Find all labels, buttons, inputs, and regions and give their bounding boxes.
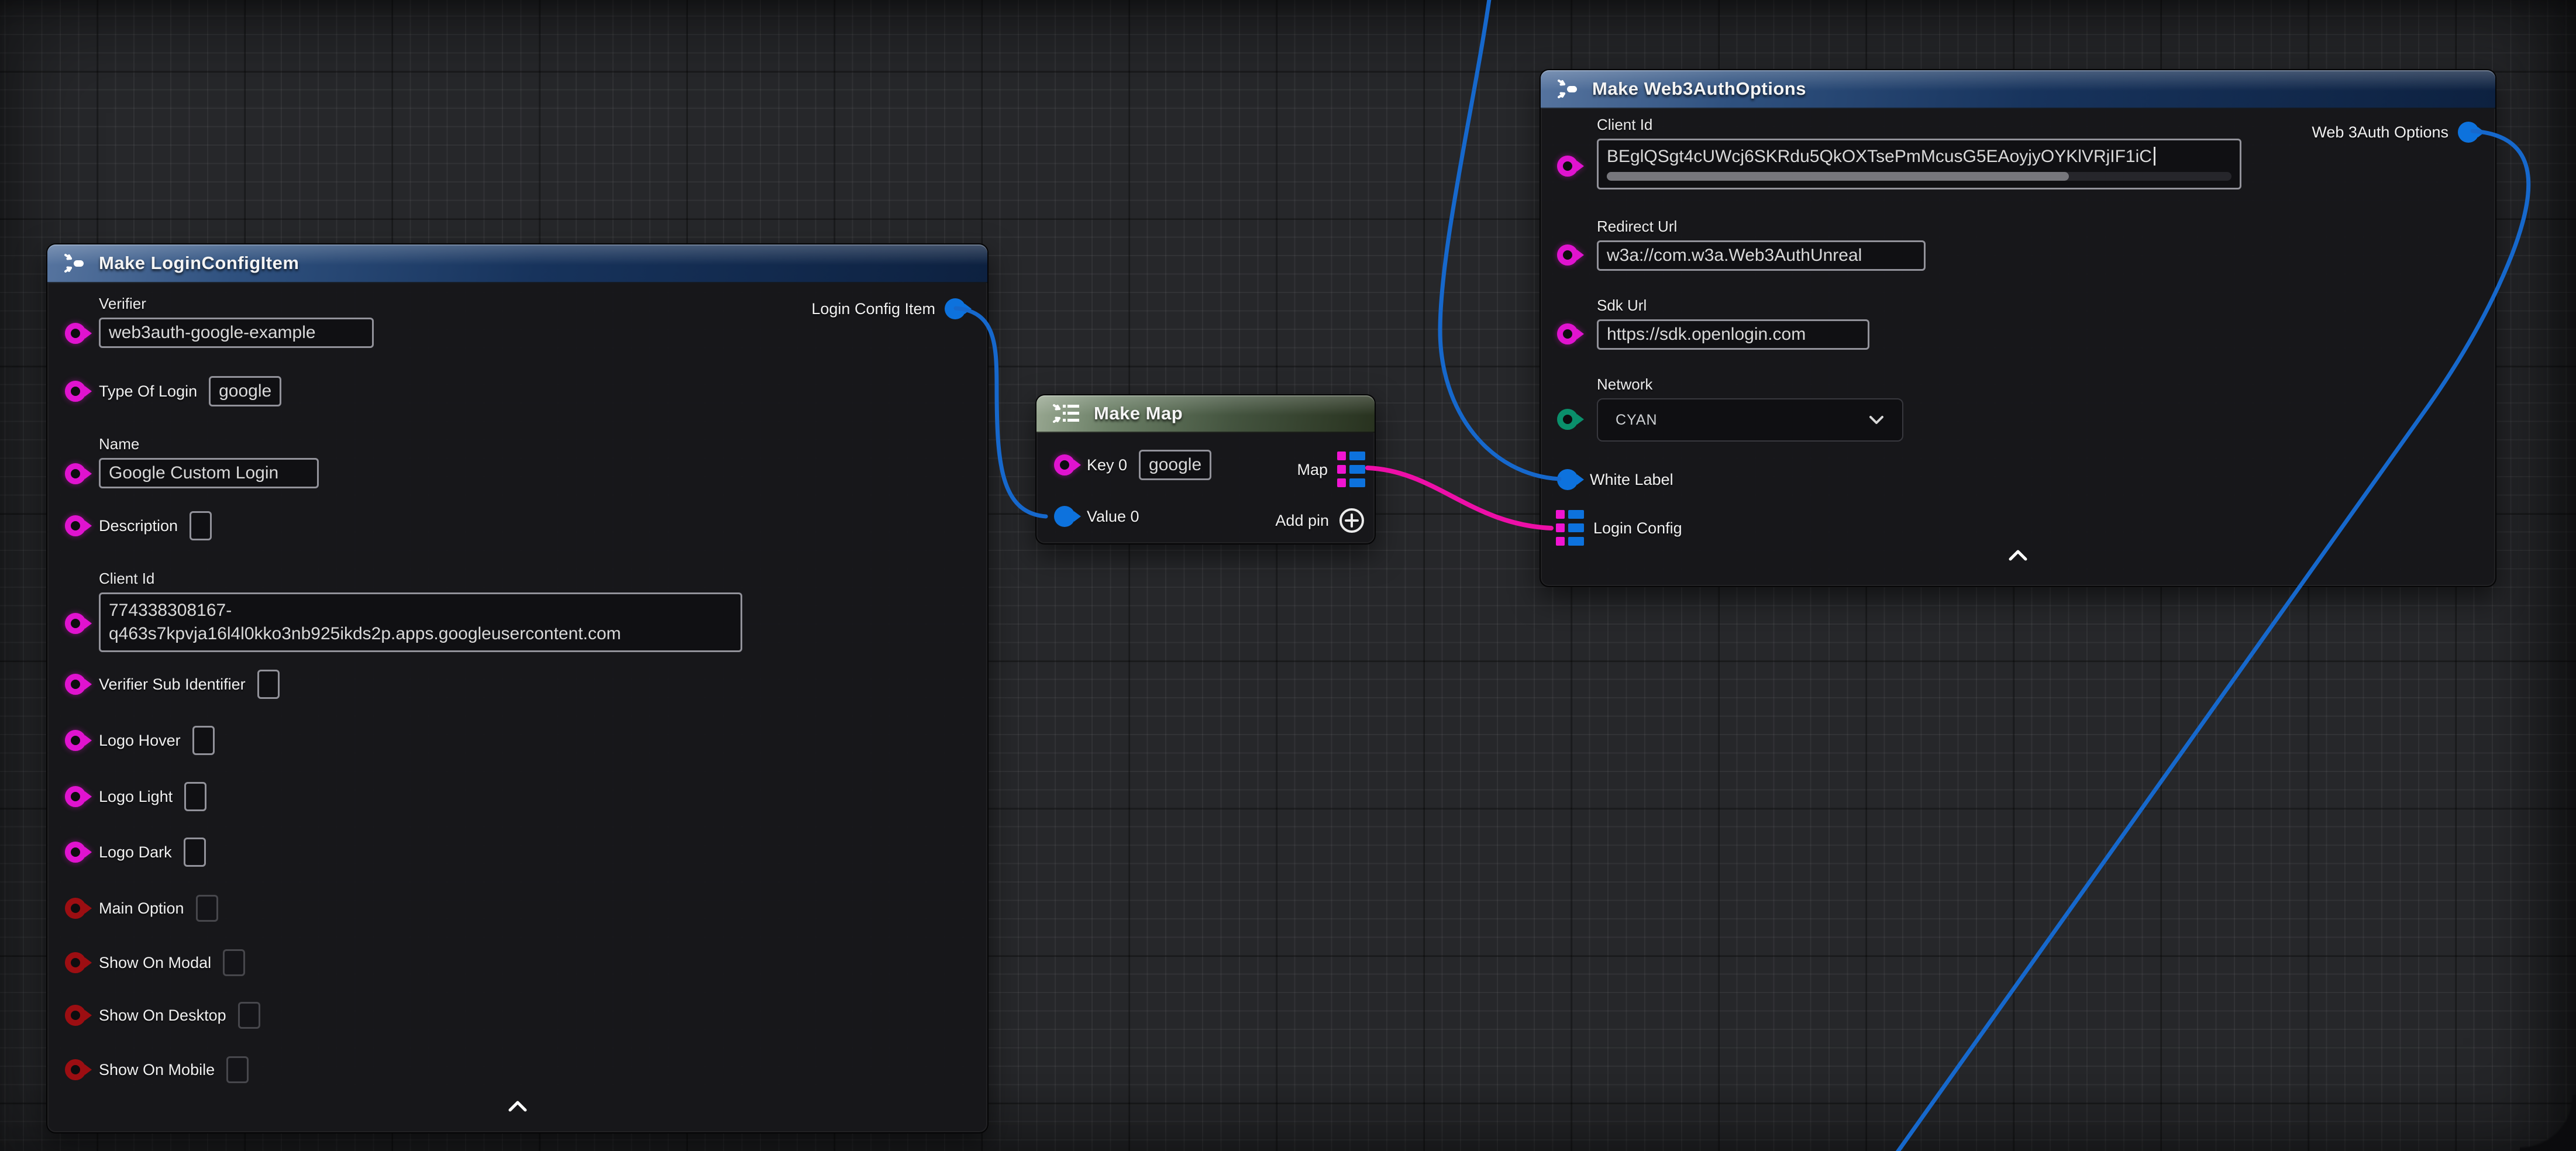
- network-select[interactable]: CYAN: [1597, 398, 1903, 442]
- name-input[interactable]: Google Custom Login: [99, 458, 319, 488]
- pin-show-on-desktop[interactable]: [65, 1005, 86, 1026]
- output-web3auth-options: Web 3Auth Options: [2312, 122, 2479, 143]
- node-title: Make Map: [1094, 403, 1183, 424]
- client-id-scrollbar: [1607, 172, 2231, 181]
- logo-dark-input[interactable]: [184, 838, 206, 867]
- field-logo-dark: Logo Dark: [99, 837, 206, 867]
- show-on-mobile-checkbox[interactable]: [226, 1056, 249, 1083]
- pin-key-0[interactable]: [1054, 454, 1075, 475]
- field-sdk-url: Sdk Url https://sdk.openlogin.com: [1597, 297, 1869, 350]
- pin-verifier-sub-identifier[interactable]: [65, 674, 86, 695]
- wire-map-to-loginconfig[interactable]: [1368, 468, 1551, 528]
- client-id-input[interactable]: BEglQSgt4cUWcj6SKRdu5QkOXTsePmMcusG5EAoy…: [1597, 139, 2241, 189]
- node-header[interactable]: Make LoginConfigItem: [47, 244, 987, 283]
- field-white-label: White Label: [1590, 469, 1673, 490]
- field-login-config: Login Config: [1593, 518, 1682, 539]
- node-header[interactable]: Make Web3AuthOptions: [1541, 70, 2495, 109]
- chevron-up-icon: [507, 1100, 528, 1112]
- field-verifier: Verifier web3auth-google-example: [99, 295, 374, 348]
- field-name: Name Google Custom Login: [99, 435, 319, 488]
- pin-verifier[interactable]: [65, 323, 86, 344]
- logo-hover-input[interactable]: [192, 726, 215, 755]
- node-make-map[interactable]: Make Map Key 0 google Value 0 Map Add pi…: [1035, 394, 1376, 545]
- pin-name[interactable]: [65, 463, 86, 484]
- type-of-login-input[interactable]: google: [209, 376, 281, 406]
- pin-client-id[interactable]: [65, 613, 86, 634]
- field-show-on-mobile: Show On Mobile: [99, 1056, 249, 1083]
- collapse-node-button[interactable]: [507, 1100, 528, 1115]
- make-struct-icon: [61, 250, 87, 276]
- make-struct-icon: [1555, 76, 1580, 102]
- pin-value-0[interactable]: [1054, 506, 1075, 527]
- show-on-modal-checkbox[interactable]: [223, 949, 245, 976]
- pin-logo-light[interactable]: [65, 786, 86, 807]
- pin-main-option[interactable]: [65, 898, 86, 919]
- main-option-checkbox[interactable]: [196, 895, 218, 922]
- show-on-desktop-checkbox[interactable]: [238, 1002, 260, 1029]
- canvas-rounded-corner: [2520, 1095, 2576, 1151]
- sdk-url-input[interactable]: https://sdk.openlogin.com: [1597, 319, 1869, 350]
- redirect-url-input[interactable]: w3a://com.w3a.Web3AuthUnreal: [1597, 240, 1926, 271]
- output-map: Map: [1297, 452, 1365, 488]
- field-client-id: Client Id 774338308167- q463s7kpvja16l4l…: [99, 570, 742, 652]
- field-value-0: Value 0: [1087, 506, 1139, 527]
- output-login-config-item: Login Config Item: [811, 298, 966, 319]
- chevron-up-icon: [2007, 549, 2029, 561]
- field-verifier-sub-identifier: Verifier Sub Identifier: [99, 669, 280, 699]
- field-logo-hover: Logo Hover: [99, 725, 215, 756]
- field-network: Network CYAN: [1597, 375, 1903, 442]
- node-title: Make Web3AuthOptions: [1592, 78, 1806, 99]
- add-pin-plus-icon: [1338, 507, 1365, 534]
- pin-network[interactable]: [1557, 409, 1578, 430]
- add-pin-button[interactable]: Add pin: [1275, 507, 1365, 534]
- pin-show-on-mobile[interactable]: [65, 1059, 86, 1080]
- field-type-of-login: Type Of Login google: [99, 376, 281, 406]
- node-header[interactable]: Make Map: [1036, 395, 1375, 433]
- verifier-sub-identifier-input[interactable]: [257, 670, 280, 699]
- pin-logo-hover[interactable]: [65, 730, 86, 751]
- field-client-id: Client Id BEglQSgt4cUWcj6SKRdu5QkOXTsePm…: [1597, 116, 2241, 189]
- client-id-input[interactable]: 774338308167- q463s7kpvja16l4l0kko3nb925…: [99, 592, 742, 652]
- login-config-map-pin-icon[interactable]: [1556, 510, 1584, 546]
- scrollbar-thumb[interactable]: [1607, 172, 2069, 181]
- make-map-icon: [1051, 401, 1082, 426]
- logo-light-input[interactable]: [184, 782, 206, 811]
- pin-show-on-modal[interactable]: [65, 952, 86, 973]
- field-main-option: Main Option: [99, 895, 218, 922]
- field-logo-light: Logo Light: [99, 781, 206, 812]
- pin-description[interactable]: [65, 515, 86, 536]
- field-description: Description: [99, 511, 212, 541]
- output-label: Login Config Item: [811, 298, 935, 319]
- pin-logo-dark[interactable]: [65, 842, 86, 863]
- pin-sdk-url[interactable]: [1557, 323, 1578, 344]
- pin-client-id[interactable]: [1557, 156, 1578, 177]
- pin-redirect-url[interactable]: [1557, 244, 1578, 266]
- field-key-0: Key 0 google: [1087, 450, 1211, 480]
- pin-type-of-login[interactable]: [65, 381, 86, 402]
- verifier-input[interactable]: web3auth-google-example: [99, 318, 374, 348]
- collapse-node-button[interactable]: [2007, 549, 2029, 564]
- field-show-on-desktop: Show On Desktop: [99, 1002, 260, 1029]
- description-input[interactable]: [190, 511, 212, 540]
- field-redirect-url: Redirect Url w3a://com.w3a.Web3AuthUnrea…: [1597, 218, 1926, 271]
- key-0-input[interactable]: google: [1139, 450, 1211, 480]
- node-title: Make LoginConfigItem: [99, 253, 299, 274]
- blueprint-graph-canvas[interactable]: Make LoginConfigItem Login Config Item V…: [0, 0, 2576, 1151]
- map-pin-icon[interactable]: [1337, 452, 1365, 488]
- field-show-on-modal: Show On Modal: [99, 949, 245, 976]
- chevron-down-icon: [1868, 415, 1885, 425]
- node-make-loginconfigitem[interactable]: Make LoginConfigItem Login Config Item V…: [46, 243, 989, 1133]
